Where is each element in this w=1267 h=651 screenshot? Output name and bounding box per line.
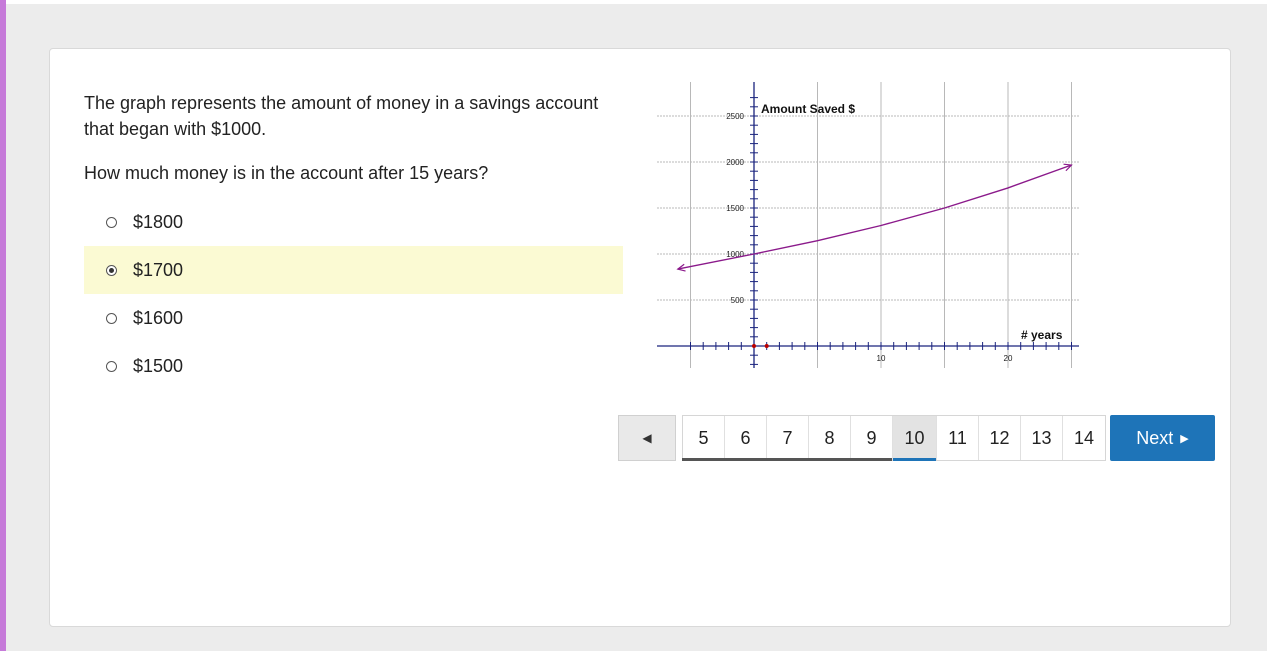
page-7[interactable]: 7 — [767, 416, 809, 460]
graph-tick-labels: 500100015002000250010 20 — [726, 112, 1013, 363]
y-tick-label: 2500 — [726, 112, 744, 121]
y-tick-label: 2000 — [726, 158, 744, 167]
top-strip — [6, 0, 1267, 4]
page-12[interactable]: 12 — [979, 416, 1021, 460]
origin-marker — [764, 344, 769, 348]
radio-button[interactable] — [106, 216, 117, 228]
question-prompt: How much money is in the account after 1… — [84, 163, 489, 183]
choice-option-selected[interactable]: $1700 — [84, 246, 623, 294]
previous-button[interactable]: ◀ — [618, 415, 676, 461]
page-6[interactable]: 6 — [725, 416, 767, 460]
y-tick-label: 1500 — [726, 204, 744, 213]
page-13[interactable]: 13 — [1021, 416, 1063, 460]
radio-button-checked[interactable] — [106, 264, 117, 276]
page-10-current[interactable]: 10 — [893, 416, 937, 461]
choice-label: $1800 — [133, 211, 184, 232]
choice-option[interactable]: $1600 — [84, 294, 623, 342]
next-button[interactable]: Next ▶ — [1110, 415, 1215, 461]
origin-marker — [752, 344, 756, 348]
y-tick-label: 500 — [731, 296, 745, 305]
left-accent-bar — [0, 0, 6, 651]
page-list: 5 6 7 8 9 10 11 12 13 14 — [682, 415, 1106, 461]
caret-right-icon: ▶ — [1180, 432, 1189, 445]
choice-label: $1500 — [133, 355, 184, 376]
next-label: Next — [1136, 427, 1174, 448]
choice-option[interactable]: $1500 — [84, 342, 623, 390]
x-tick-label: 20 — [1004, 354, 1013, 363]
question-stem: The graph represents the amount of money… — [84, 93, 599, 139]
page-9[interactable]: 9 — [851, 416, 893, 460]
page-14[interactable]: 14 — [1063, 416, 1105, 460]
y-axis-title: Amount Saved $ — [761, 102, 855, 116]
graph-axes — [657, 82, 1079, 368]
choice-option[interactable]: $1800 — [84, 198, 623, 246]
page-5[interactable]: 5 — [683, 416, 725, 460]
question-text: The graph represents the amount of money… — [84, 90, 624, 186]
caret-left-icon: ◀ — [642, 431, 652, 445]
choice-label: $1700 — [133, 259, 184, 280]
progress-indicator — [682, 458, 892, 461]
page-8[interactable]: 8 — [809, 416, 851, 460]
x-tick-label: 10 — [877, 354, 886, 363]
answer-choices: $1800 $1700 $1600 $1500 — [84, 198, 623, 390]
graph-grid — [657, 82, 1079, 368]
x-axis-title: # years — [1021, 328, 1063, 342]
radio-button[interactable] — [106, 360, 117, 372]
radio-button[interactable] — [106, 312, 117, 324]
choice-label: $1600 — [133, 307, 184, 328]
savings-graph: 500100015002000250010 20 Amount Saved $ #… — [657, 82, 1079, 368]
page-11[interactable]: 11 — [937, 416, 979, 460]
